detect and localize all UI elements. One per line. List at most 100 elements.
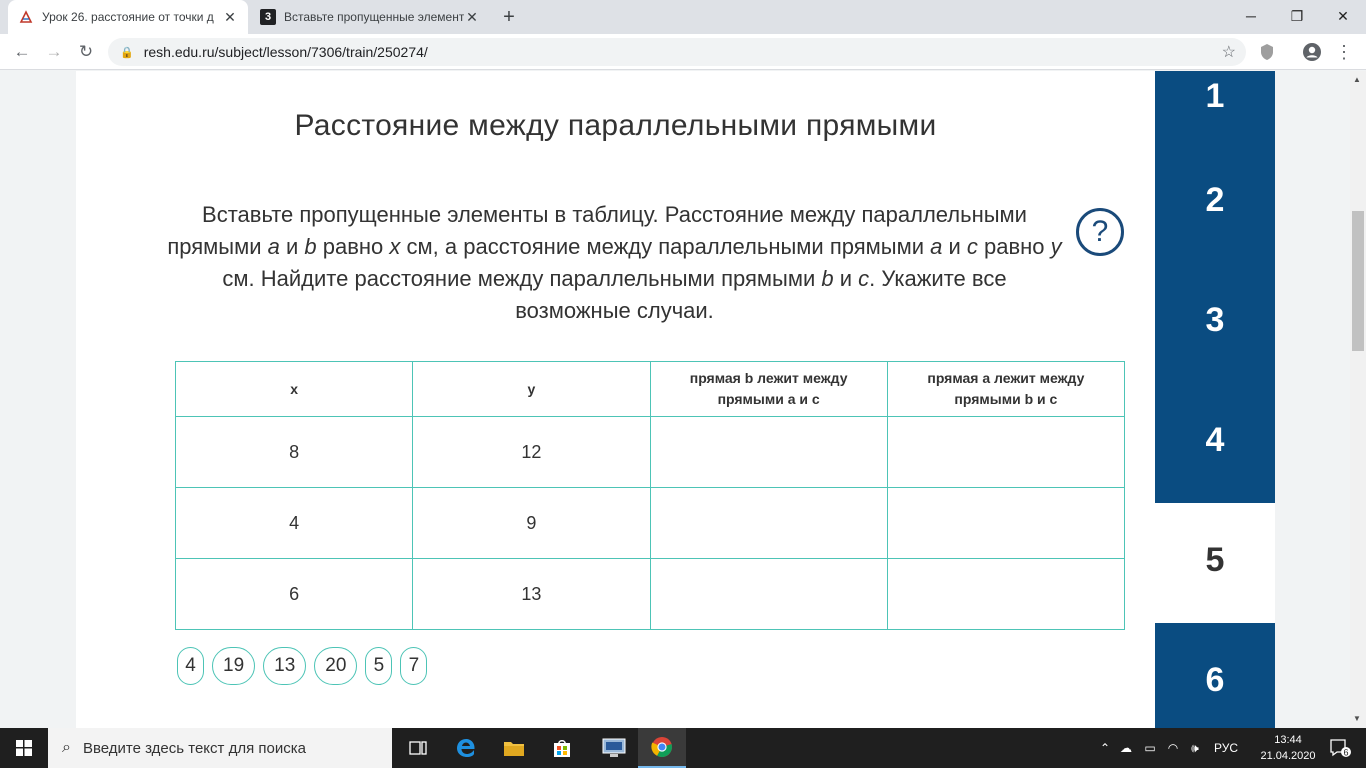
answer-chip[interactable]: 13 <box>263 647 307 685</box>
windows-logo-icon <box>16 740 32 756</box>
step-label: 1 <box>1205 77 1225 115</box>
task-text-part: и <box>942 234 967 259</box>
page-scrollbar[interactable]: ▲ ▼ <box>1350 71 1366 728</box>
var-c: c <box>966 234 978 259</box>
file-explorer-icon[interactable] <box>490 728 538 768</box>
var-x: x <box>389 234 401 259</box>
chrome-icon[interactable] <box>638 728 686 768</box>
back-button[interactable]: ← <box>10 40 34 64</box>
var-b: b <box>304 234 317 259</box>
answer-chip[interactable]: 4 <box>177 647 204 685</box>
store-icon[interactable] <box>538 728 586 768</box>
tray-chevron-up-icon[interactable]: ⌃ <box>1096 741 1114 755</box>
taskbar-clock[interactable]: 13:44 21.04.2020 <box>1256 732 1320 764</box>
bookmark-star-icon[interactable]: ☆ <box>1222 42 1236 62</box>
drop-cell-b-between[interactable] <box>649 558 888 630</box>
cell-y: 13 <box>412 558 651 630</box>
extension-shield-icon[interactable] <box>1257 42 1277 62</box>
scrollbar-thumb[interactable] <box>1352 211 1364 351</box>
drop-cell-a-between[interactable] <box>886 487 1126 559</box>
close-window-button[interactable]: ✕ <box>1320 0 1366 32</box>
edge-browser-icon[interactable] <box>442 728 490 768</box>
step-label: 6 <box>1205 661 1225 699</box>
answer-chip[interactable]: 20 <box>314 647 358 685</box>
address-bar[interactable]: 🔒 resh.edu.ru/subject/lesson/7306/train/… <box>108 38 1246 66</box>
task-text-part: равно <box>316 234 390 259</box>
maximize-button[interactable]: ❐ <box>1274 0 1320 32</box>
notification-count: 6 <box>1343 748 1348 758</box>
answer-chip[interactable]: 5 <box>365 647 393 685</box>
drop-cell-a-between[interactable] <box>886 558 1126 630</box>
column-header-x: x <box>174 361 414 417</box>
task-text-part: см. Найдите расстояние между параллельны… <box>222 266 822 291</box>
resh-favicon-icon <box>18 9 34 25</box>
task-text-part: и <box>833 266 859 291</box>
system-tray: ⌃ ☁ ▭ ◠ 🕪 РУС <box>1096 728 1246 768</box>
cell-y: 9 <box>412 487 651 559</box>
tab-close-icon[interactable]: ✕ <box>222 9 238 26</box>
scroll-up-icon[interactable]: ▲ <box>1353 75 1361 84</box>
cell-x: 6 <box>174 558 414 630</box>
tab-task[interactable]: 3 Вставьте пропущенные элемент ✕ <box>250 0 490 34</box>
answer-chip[interactable]: 19 <box>212 647 256 685</box>
wifi-icon[interactable]: ◠ <box>1162 741 1184 755</box>
action-center-icon[interactable]: 6 <box>1318 728 1362 768</box>
battery-icon[interactable]: ▭ <box>1138 741 1162 755</box>
var-c: c <box>858 266 870 291</box>
drop-cell-b-between[interactable] <box>649 487 888 559</box>
minimize-button[interactable]: ─ <box>1228 0 1274 32</box>
task-text-part: см, а расстояние между параллельными пря… <box>400 234 931 259</box>
cell-x: 4 <box>174 487 414 559</box>
new-tab-button[interactable]: + <box>498 6 520 28</box>
onedrive-cloud-icon[interactable]: ☁ <box>1114 741 1138 755</box>
step-6[interactable]: 6 <box>1155 623 1275 728</box>
column-header-a-between: прямая a лежит между прямыми b и c <box>886 361 1126 417</box>
browser-toolbar: ← → ↻ 🔒 resh.edu.ru/subject/lesson/7306/… <box>0 34 1366 70</box>
step-5[interactable]: 5 <box>1155 503 1275 623</box>
start-button[interactable] <box>0 728 48 768</box>
forward-button[interactable]: → <box>42 40 66 64</box>
answer-chip-bank: 4 19 13 20 5 7 <box>177 647 428 685</box>
drop-cell-a-between[interactable] <box>886 416 1126 488</box>
scroll-down-icon[interactable]: ▼ <box>1353 714 1361 723</box>
step-2[interactable]: 2 <box>1155 143 1275 263</box>
task-text: Вставьте пропущенные элементы в таблицу.… <box>166 199 1063 327</box>
search-placeholder: Введите здесь текст для поиска <box>82 739 306 757</box>
column-header-y: y <box>412 361 651 417</box>
url-text: resh.edu.ru/subject/lesson/7306/train/25… <box>143 44 428 60</box>
lock-icon[interactable]: 🔒 <box>120 46 134 59</box>
answer-chip[interactable]: 7 <box>400 647 428 685</box>
volume-icon[interactable]: 🕪 <box>1184 741 1206 756</box>
menu-kebab-icon[interactable]: ⋮ <box>1334 42 1354 62</box>
drop-cell-b-between[interactable] <box>649 416 888 488</box>
var-a: a <box>930 234 943 259</box>
search-icon: ⌕ <box>62 739 71 756</box>
clock-date: 21.04.2020 <box>1260 750 1316 762</box>
task-view-icon[interactable] <box>394 728 442 768</box>
step-label: 3 <box>1205 301 1225 339</box>
step-4[interactable]: 4 <box>1155 383 1275 503</box>
language-indicator[interactable]: РУС <box>1206 741 1246 755</box>
page-title: Расстояние между параллельными прямыми <box>294 109 937 142</box>
table-row: 8 12 <box>174 416 1126 488</box>
help-button[interactable]: ? <box>1076 208 1124 256</box>
tab-strip: Урок 26. расстояние от точки д ✕ 3 Встав… <box>0 0 1366 34</box>
tab-close-icon[interactable]: ✕ <box>464 9 480 26</box>
taskbar-search-input[interactable]: ⌕ Введите здесь текст для поиска <box>48 728 392 768</box>
step-3[interactable]: 3 <box>1155 263 1275 383</box>
tab-title: Вставьте пропущенные элемент <box>284 10 464 24</box>
step-label: 4 <box>1205 421 1225 459</box>
tab-lesson[interactable]: Урок 26. расстояние от точки д ✕ <box>8 0 248 34</box>
table-row: 4 9 <box>174 487 1126 559</box>
remote-desktop-icon[interactable] <box>590 728 638 768</box>
task-card: Расстояние между параллельными прямыми В… <box>76 71 1155 728</box>
table-header-row: x y прямая b лежит между прямыми a и c п… <box>174 361 1126 417</box>
profile-avatar-icon[interactable] <box>1302 42 1322 62</box>
tab-favicon-icon: 3 <box>260 9 276 25</box>
windows-taskbar: ⌕ Введите здесь текст для поиска ⌃ ☁ ▭ ◠… <box>0 728 1366 768</box>
task-text-part: равно <box>977 234 1051 259</box>
step-1[interactable]: 1 <box>1155 71 1275 143</box>
tab-title: Урок 26. расстояние от точки д <box>42 10 214 24</box>
page-viewport: Расстояние между параллельными прямыми В… <box>0 71 1350 728</box>
reload-button[interactable]: ↻ <box>74 40 98 64</box>
